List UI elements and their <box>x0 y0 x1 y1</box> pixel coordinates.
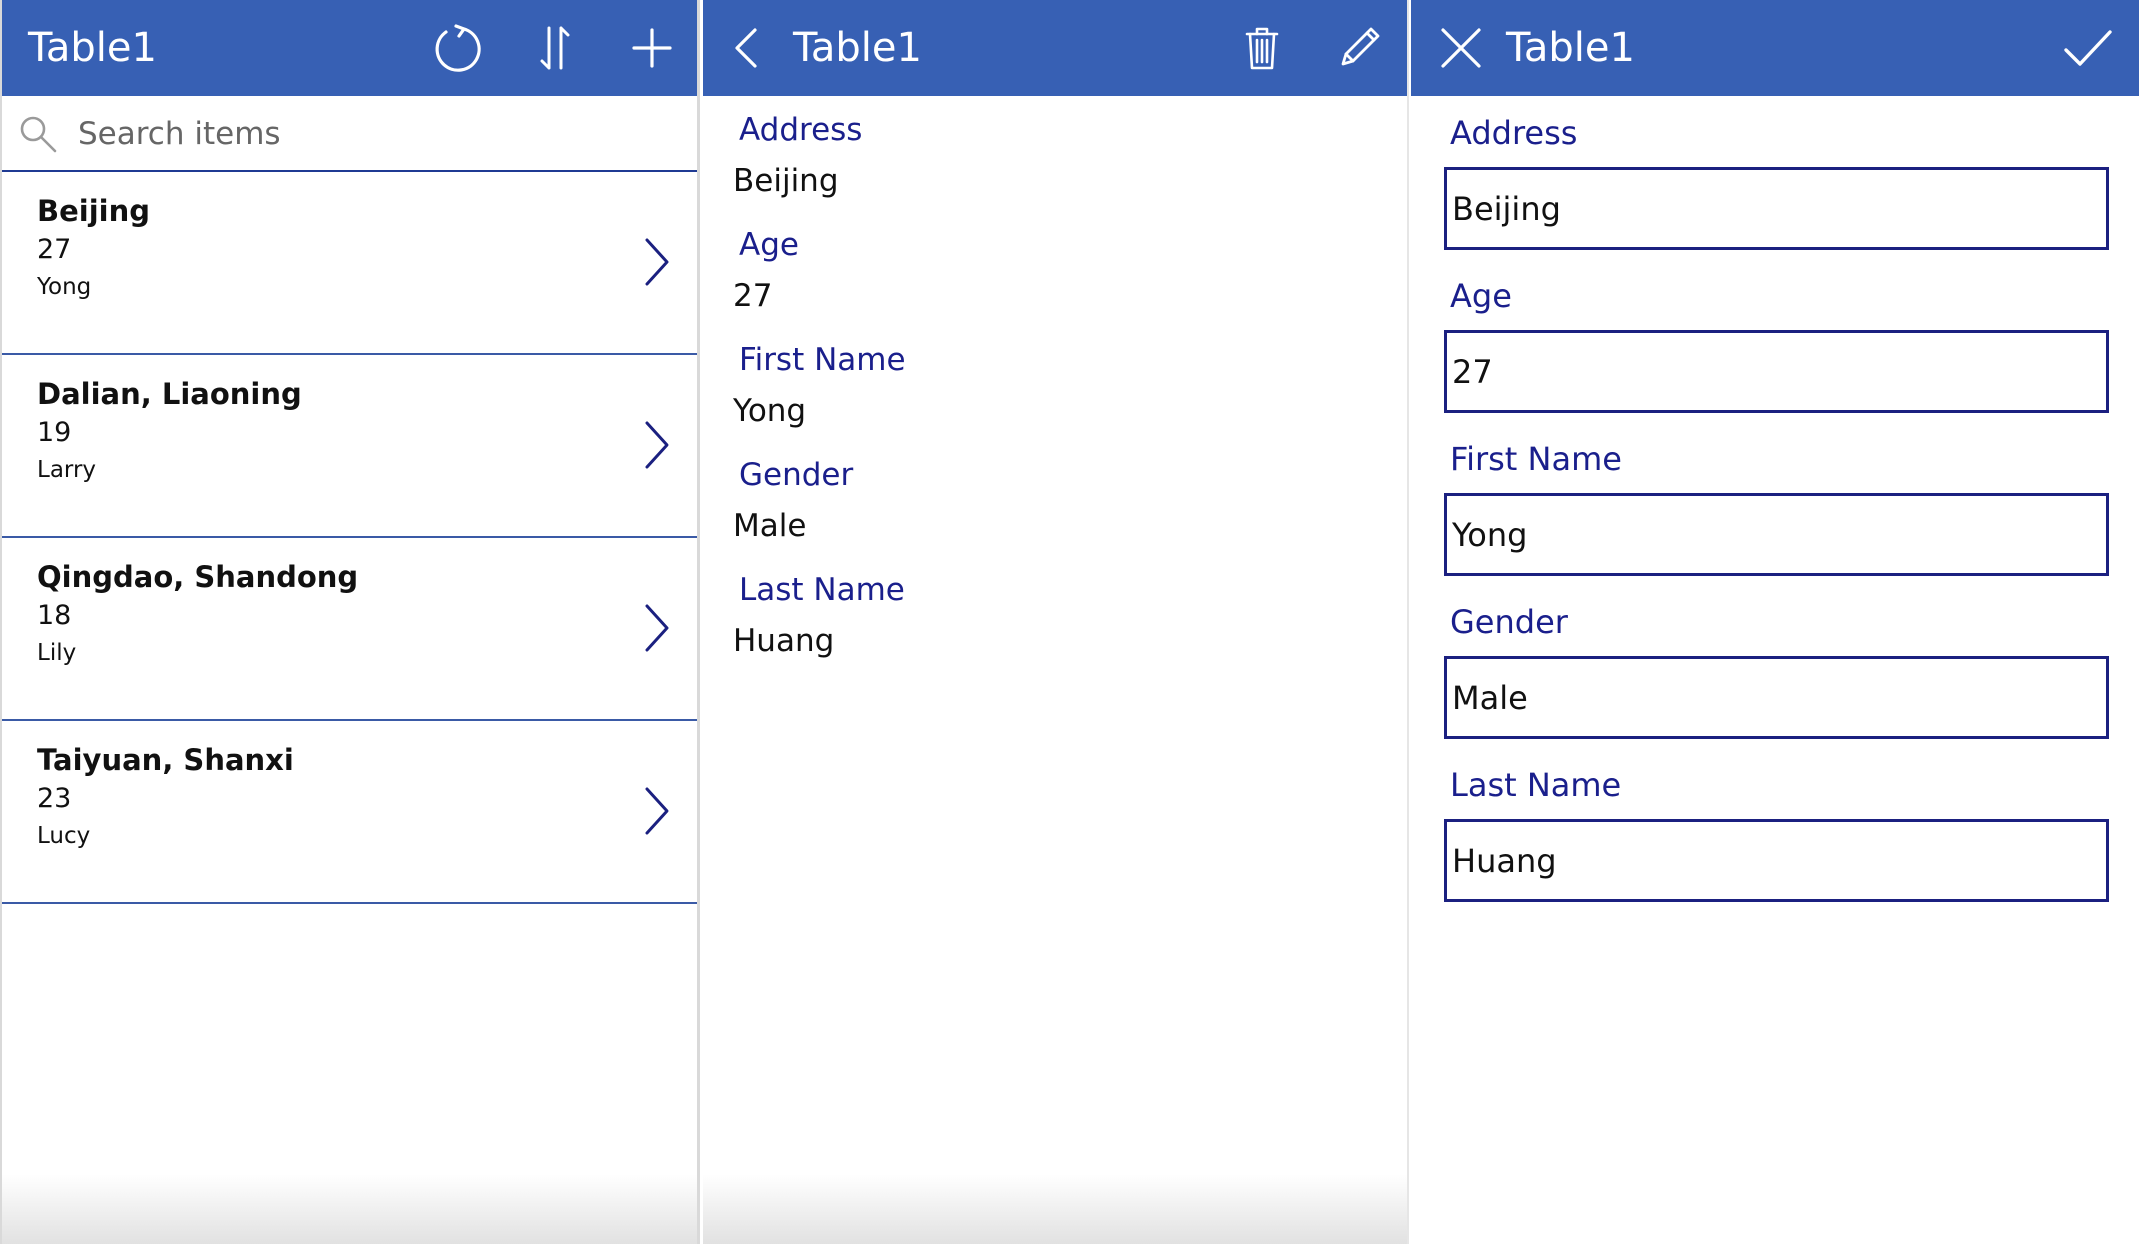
edit-screen: Table1 Address Age First Name Gender Las… <box>1411 0 2139 1244</box>
search-input[interactable] <box>78 110 678 158</box>
browse-screen: Table1 Beijing 27 Yong <box>0 0 700 1244</box>
plus-icon[interactable] <box>626 22 678 74</box>
item-address: Taiyuan, Shanxi <box>37 743 294 777</box>
detail-screen: Table1 Address Beijing Age 27 First Name… <box>703 0 1409 1244</box>
chevron-right-icon[interactable] <box>639 600 675 656</box>
browse-title: Table1 <box>28 25 157 71</box>
item-first-name: Lucy <box>37 823 91 849</box>
check-icon[interactable] <box>2062 22 2114 74</box>
field-value-age: 27 <box>733 278 773 314</box>
age-input[interactable] <box>1444 330 2109 413</box>
last-name-input[interactable] <box>1444 819 2109 902</box>
field-value-first-name: Yong <box>733 393 807 429</box>
item-address: Dalian, Liaoning <box>37 377 302 411</box>
item-age: 27 <box>37 234 72 265</box>
trash-icon[interactable] <box>1236 22 1288 74</box>
edit-header: Table1 <box>1411 0 2139 96</box>
item-age: 18 <box>37 600 72 631</box>
chevron-right-icon[interactable] <box>639 234 675 290</box>
field-label-last-name: Last Name <box>739 572 905 608</box>
gender-input[interactable] <box>1444 656 2109 739</box>
edit-label-last-name: Last Name <box>1450 766 1622 804</box>
close-icon[interactable] <box>1435 22 1487 74</box>
item-first-name: Lily <box>37 640 77 666</box>
chevron-left-icon[interactable] <box>721 22 773 74</box>
list-item[interactable]: Qingdao, Shandong 18 Lily <box>2 538 697 721</box>
pencil-icon[interactable] <box>1333 22 1385 74</box>
sort-icon[interactable] <box>529 22 581 74</box>
edit-label-first-name: First Name <box>1450 440 1622 478</box>
item-age: 19 <box>37 417 72 448</box>
chevron-right-icon[interactable] <box>639 417 675 473</box>
refresh-icon[interactable] <box>432 22 484 74</box>
bottom-shadow <box>703 1174 1407 1244</box>
edit-title: Table1 <box>1506 25 1635 71</box>
first-name-input[interactable] <box>1444 493 2109 576</box>
list-item[interactable]: Taiyuan, Shanxi 23 Lucy <box>2 721 697 904</box>
field-label-first-name: First Name <box>739 342 906 378</box>
edit-label-address: Address <box>1450 114 1578 152</box>
list-item[interactable]: Beijing 27 Yong <box>2 172 697 355</box>
detail-header: Table1 <box>703 0 1407 96</box>
field-value-gender: Male <box>733 508 807 544</box>
field-value-address: Beijing <box>733 163 839 199</box>
search-icon <box>20 116 57 153</box>
address-input[interactable] <box>1444 167 2109 250</box>
field-label-age: Age <box>739 227 799 263</box>
item-first-name: Yong <box>37 274 92 300</box>
field-label-gender: Gender <box>739 457 854 493</box>
browse-header: Table1 <box>2 0 697 96</box>
item-age: 23 <box>37 783 72 814</box>
search-bar <box>2 96 697 172</box>
item-first-name: Larry <box>37 457 97 483</box>
item-address: Qingdao, Shandong <box>37 560 359 594</box>
field-value-last-name: Huang <box>733 623 835 659</box>
chevron-right-icon[interactable] <box>639 783 675 839</box>
bottom-shadow <box>2 1174 697 1244</box>
list-item[interactable]: Dalian, Liaoning 19 Larry <box>2 355 697 538</box>
field-label-address: Address <box>739 112 863 148</box>
item-address: Beijing <box>37 194 150 228</box>
detail-title: Table1 <box>793 25 922 71</box>
edit-label-age: Age <box>1450 277 1512 315</box>
edit-label-gender: Gender <box>1450 603 1568 641</box>
